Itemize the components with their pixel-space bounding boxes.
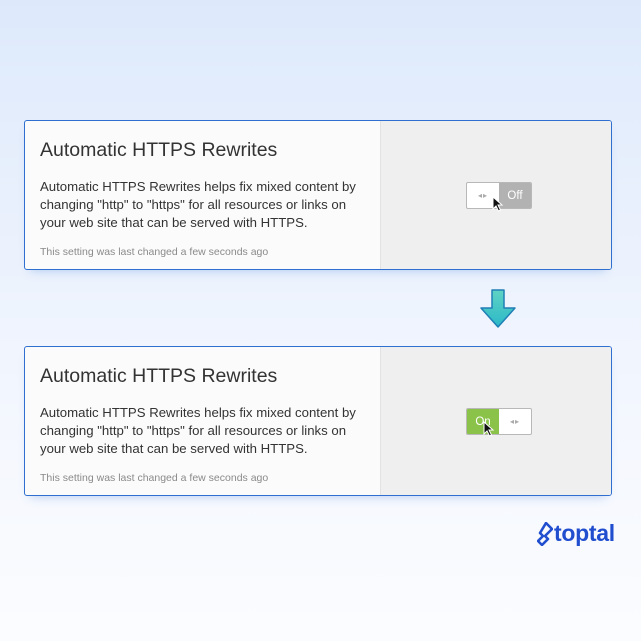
toptal-logo: toptal: [537, 520, 615, 547]
drag-handle-icon: ◂▸: [509, 417, 521, 426]
mouse-pointer-icon: [492, 196, 504, 212]
toptal-mark-icon: [537, 521, 553, 546]
setting-description: Automatic HTTPS Rewrites helps fix mixed…: [40, 405, 356, 456]
setting-info: Automatic HTTPS Rewrites Automatic HTTPS…: [25, 121, 380, 269]
setting-last-changed: This setting was last changed a few seco…: [40, 246, 269, 258]
down-arrow-icon: [480, 289, 516, 328]
setting-info: Automatic HTTPS Rewrites Automatic HTTPS…: [25, 347, 380, 495]
setting-card-before: Automatic HTTPS Rewrites Automatic HTTPS…: [24, 120, 612, 270]
setting-control-panel: ◂▸ Off: [380, 121, 611, 269]
setting-control-panel: On ◂▸: [380, 347, 611, 495]
toptal-wordmark: toptal: [554, 520, 615, 546]
mouse-pointer-icon: [483, 421, 495, 437]
setting-description: Automatic HTTPS Rewrites helps fix mixed…: [40, 179, 356, 230]
setting-card-after: Automatic HTTPS Rewrites Automatic HTTPS…: [24, 346, 612, 496]
setting-title: Automatic HTTPS Rewrites: [40, 365, 278, 387]
setting-last-changed: This setting was last changed a few seco…: [40, 472, 269, 484]
https-rewrites-toggle[interactable]: On ◂▸: [466, 408, 532, 435]
toggle-handle[interactable]: ◂▸: [499, 409, 531, 434]
setting-title: Automatic HTTPS Rewrites: [40, 139, 278, 161]
drag-handle-icon: ◂▸: [477, 191, 489, 200]
